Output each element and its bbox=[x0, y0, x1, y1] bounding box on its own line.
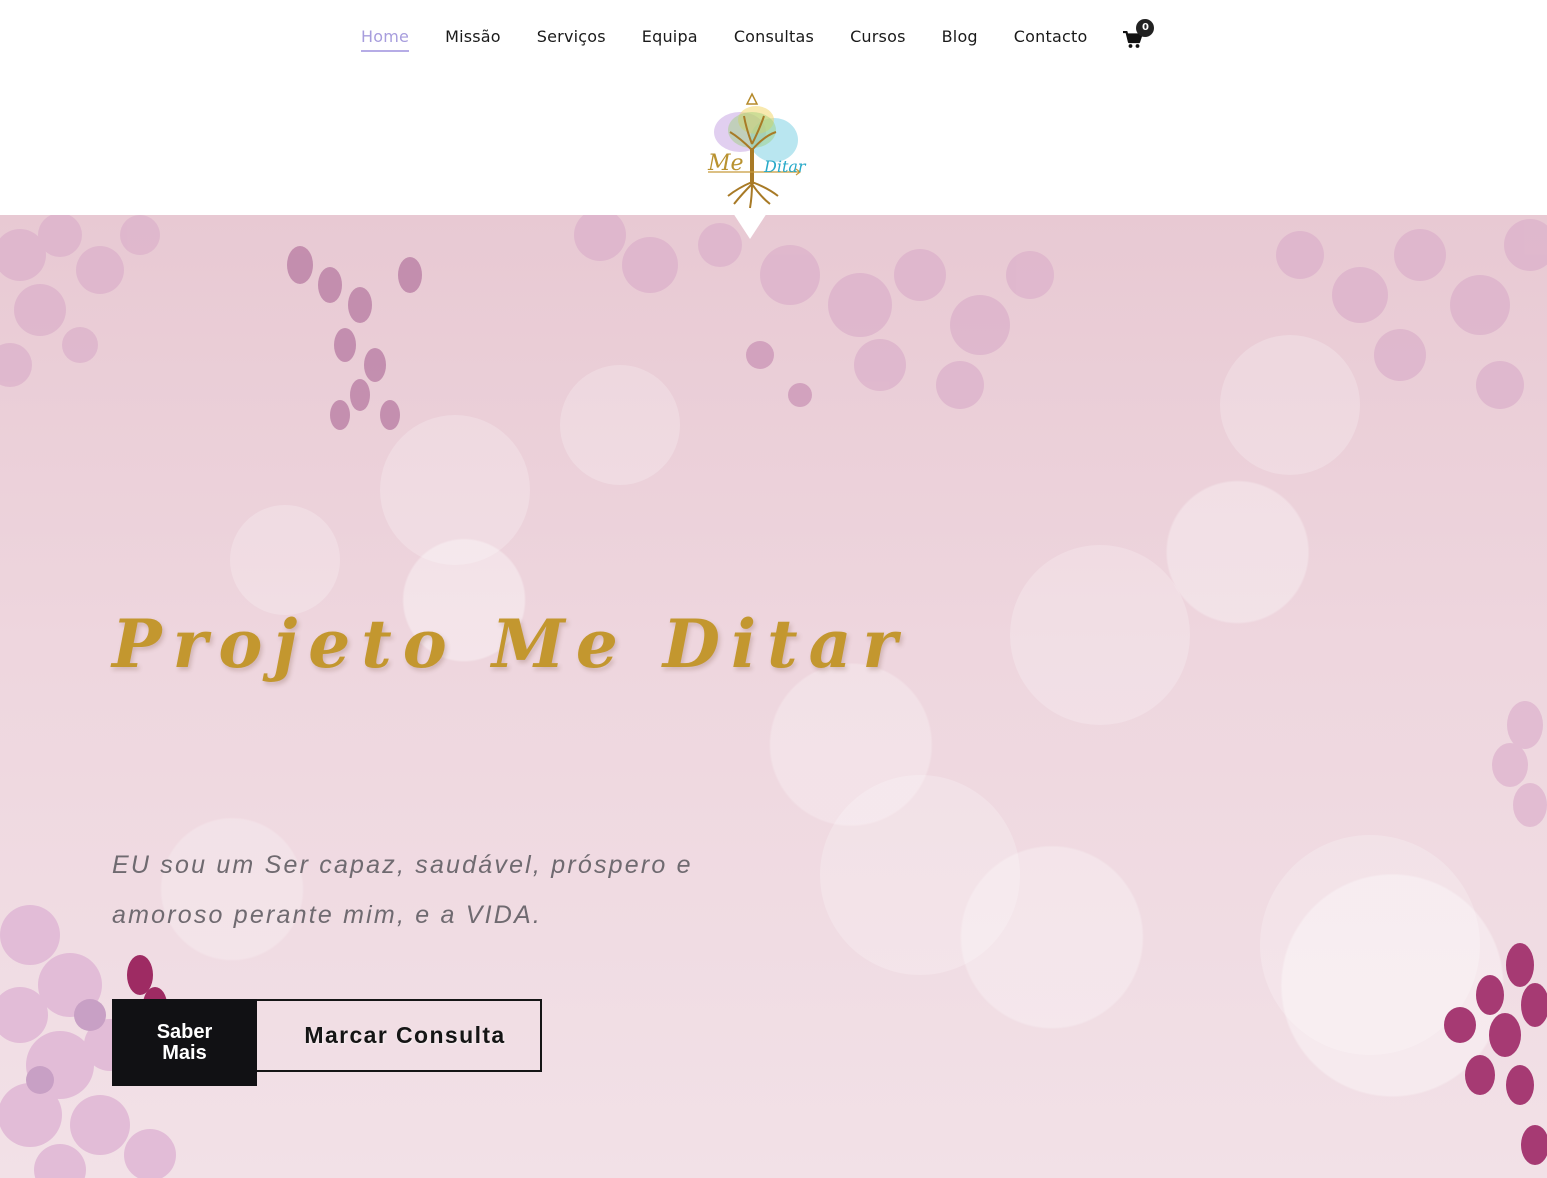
hero-title: Projeto Me Ditar bbox=[112, 605, 909, 683]
hero-affirmation: EU sou um Ser capaz, saudável, próspero … bbox=[112, 840, 752, 940]
hero-affirmation-line2: amoroso perante mim, e a VIDA. bbox=[112, 901, 543, 929]
nav-item-missao[interactable]: Missão bbox=[445, 27, 501, 52]
bokeh-light bbox=[820, 775, 1020, 975]
lilac-flowers-bottom-right bbox=[1444, 701, 1547, 1165]
nav-item-home[interactable]: Home bbox=[361, 27, 410, 52]
nav-item-contacto[interactable]: Contacto bbox=[1014, 27, 1088, 52]
tree-of-life-logo: Me Ditar bbox=[707, 92, 807, 209]
bokeh-light bbox=[230, 505, 340, 615]
nav-item-cursos[interactable]: Cursos bbox=[850, 27, 906, 52]
nav-item-equipa[interactable]: Equipa bbox=[642, 27, 698, 52]
saber-mais-button[interactable]: Saber Mais bbox=[112, 999, 257, 1086]
cart-button[interactable]: 0 bbox=[1123, 18, 1155, 49]
bokeh-light bbox=[1010, 545, 1190, 725]
nav-item-servicos[interactable]: Serviços bbox=[537, 27, 606, 52]
marcar-consulta-button[interactable]: Marcar Consulta bbox=[240, 999, 542, 1072]
nav-item-consultas[interactable]: Consultas bbox=[734, 27, 814, 52]
logo-text-me: Me bbox=[707, 151, 744, 176]
lilac-flowers-top bbox=[0, 215, 1547, 430]
nav-item-blog[interactable]: Blog bbox=[942, 27, 978, 52]
logo-text-ditar: Ditar bbox=[763, 157, 807, 176]
hero-section: Projeto Me Ditar EU sou um Ser capaz, sa… bbox=[0, 215, 1547, 1178]
site-header: Home Missão Serviços Equipa Consultas Cu… bbox=[0, 0, 1547, 215]
logo-notch bbox=[733, 213, 767, 239]
main-nav: Home Missão Serviços Equipa Consultas Cu… bbox=[361, 18, 1155, 52]
cart-count-badge: 0 bbox=[1136, 18, 1155, 37]
hero-affirmation-line1: EU sou um Ser capaz, saudável, próspero … bbox=[112, 851, 693, 879]
site-logo[interactable]: Me Ditar bbox=[700, 92, 808, 210]
